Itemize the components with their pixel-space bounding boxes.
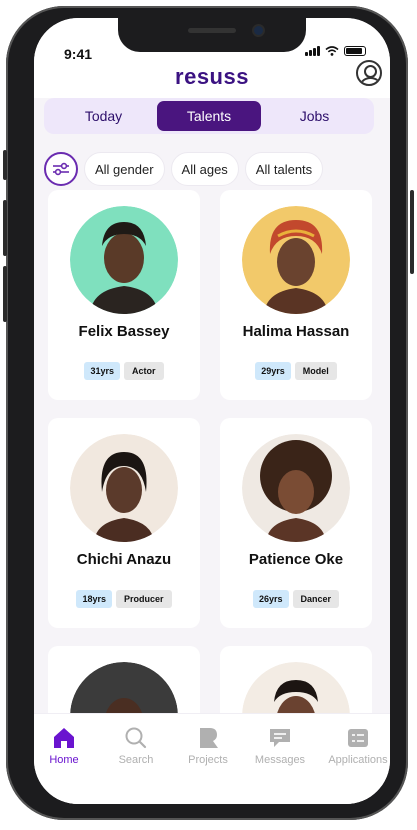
talent-card[interactable]: Halima Hassan 29yrs Model bbox=[220, 190, 372, 400]
nav-applications[interactable]: Applications bbox=[320, 726, 390, 766]
top-tabs: Today Talents Jobs bbox=[44, 98, 374, 134]
volume-down-button bbox=[3, 266, 7, 322]
notch bbox=[118, 18, 306, 52]
tab-talents[interactable]: Talents bbox=[157, 101, 261, 131]
age-badge: 26yrs bbox=[252, 590, 289, 608]
age-badge: 29yrs bbox=[255, 362, 291, 380]
speaker bbox=[188, 28, 236, 33]
app-header: resuss bbox=[34, 60, 390, 98]
filter-talents[interactable]: All talents bbox=[244, 152, 324, 186]
age-badge: 18yrs bbox=[76, 590, 112, 608]
applications-icon bbox=[348, 729, 368, 747]
nav-projects-label: Projects bbox=[188, 754, 228, 766]
nav-messages[interactable]: Messages bbox=[245, 726, 315, 766]
power-button bbox=[410, 190, 414, 274]
talent-tags: 31yrs Actor bbox=[48, 362, 200, 380]
avatar bbox=[70, 434, 178, 542]
talent-name: Patience Oke bbox=[248, 551, 344, 568]
projects-icon bbox=[200, 728, 218, 748]
avatar bbox=[242, 434, 350, 542]
search-icon bbox=[125, 727, 147, 749]
status-time: 9:41 bbox=[64, 46, 93, 62]
filter-settings-button[interactable] bbox=[44, 152, 78, 186]
nav-search-label: Search bbox=[118, 754, 154, 766]
filter-bar: All gender All ages All talents bbox=[44, 152, 324, 186]
sliders-icon bbox=[53, 162, 69, 176]
volume-up-button bbox=[3, 200, 7, 256]
bottom-nav: Home Search Projects Messages Applicatio… bbox=[34, 713, 390, 804]
camera bbox=[254, 26, 263, 35]
silent-switch bbox=[3, 150, 7, 180]
talent-card[interactable]: Felix Bassey 31yrs Actor bbox=[48, 190, 200, 400]
role-badge: Producer bbox=[116, 590, 172, 608]
app-screen: 9:41 resuss Today Talents Jobs All gende… bbox=[34, 18, 390, 804]
tab-jobs[interactable]: Jobs bbox=[261, 101, 368, 131]
talent-card[interactable]: Chichi Anazu 18yrs Producer bbox=[48, 418, 200, 628]
wifi-icon bbox=[325, 46, 339, 56]
nav-applications-label: Applications bbox=[328, 754, 388, 766]
age-badge: 31yrs bbox=[84, 362, 120, 380]
role-badge: Actor bbox=[124, 362, 164, 380]
nav-projects[interactable]: Projects bbox=[173, 726, 243, 766]
signal-icon bbox=[305, 46, 320, 56]
talent-card[interactable]: Patience Oke 26yrs Dancer bbox=[220, 418, 372, 628]
talent-tags: 18yrs Producer bbox=[48, 590, 200, 608]
nav-search[interactable]: Search bbox=[101, 726, 171, 766]
role-badge: Dancer bbox=[292, 590, 340, 608]
app-logo: resuss bbox=[175, 64, 249, 89]
avatar bbox=[242, 206, 350, 314]
filter-ages[interactable]: All ages bbox=[170, 152, 239, 186]
home-icon bbox=[54, 728, 74, 748]
talent-tags: 29yrs Model bbox=[220, 362, 372, 380]
talent-name: Halima Hassan bbox=[242, 323, 350, 340]
nav-home-label: Home bbox=[49, 754, 79, 766]
talent-name: Felix Bassey bbox=[78, 323, 170, 340]
nav-home[interactable]: Home bbox=[34, 726, 99, 766]
messages-icon bbox=[270, 729, 290, 747]
tab-today[interactable]: Today bbox=[50, 101, 157, 131]
status-icons bbox=[305, 46, 366, 56]
role-badge: Model bbox=[294, 362, 337, 380]
filter-gender[interactable]: All gender bbox=[84, 152, 165, 186]
avatar bbox=[70, 206, 178, 314]
profile-icon[interactable] bbox=[356, 60, 382, 86]
talent-name: Chichi Anazu bbox=[76, 551, 172, 568]
nav-messages-label: Messages bbox=[254, 754, 306, 766]
battery-icon bbox=[344, 46, 366, 56]
talent-tags: 26yrs Dancer bbox=[220, 590, 372, 608]
